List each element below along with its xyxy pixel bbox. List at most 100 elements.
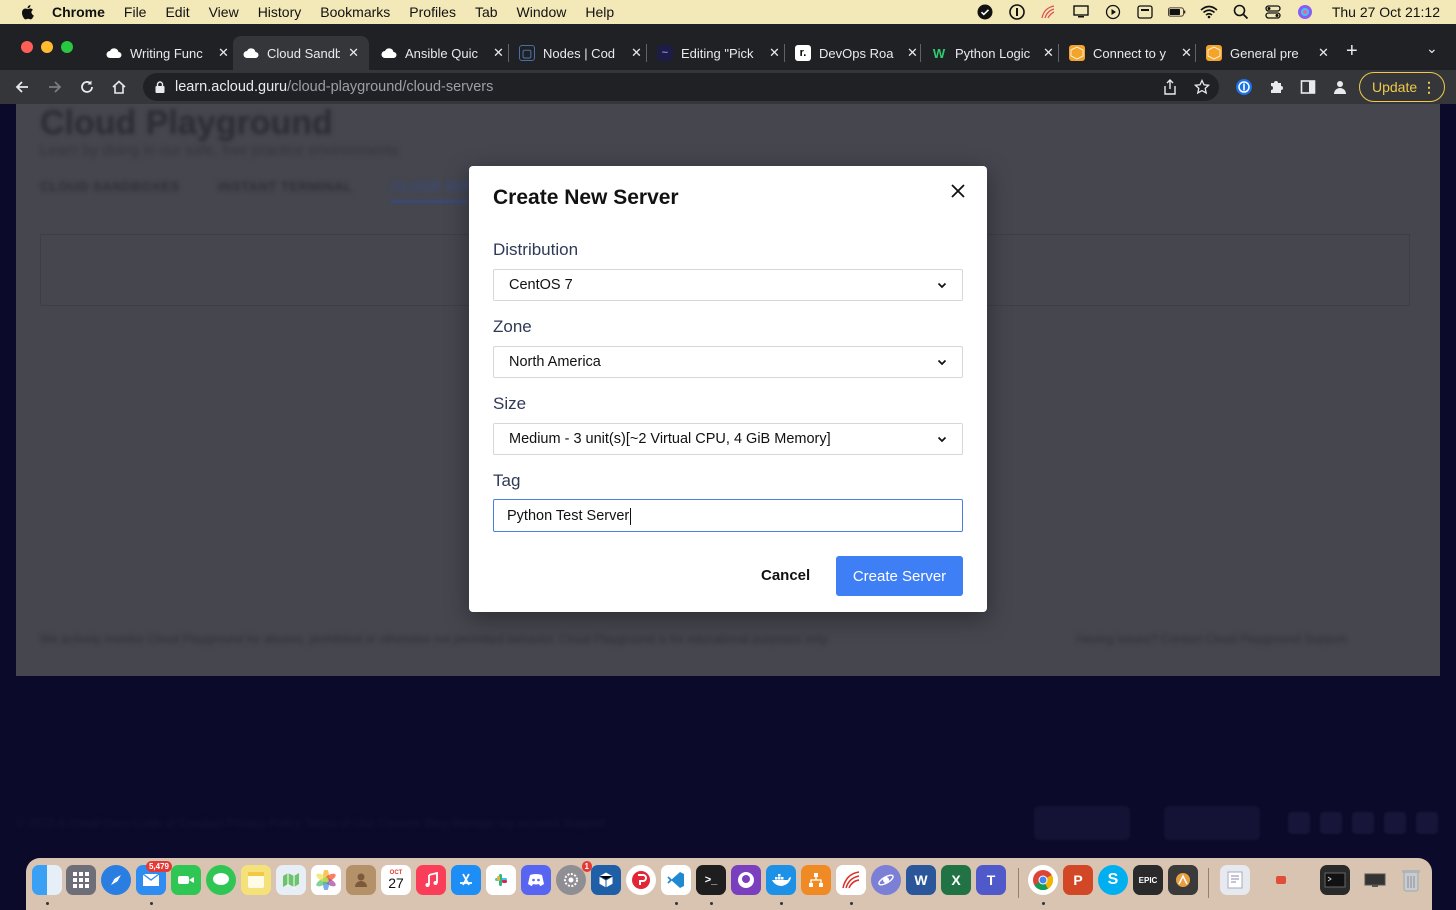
music-icon[interactable] [416, 865, 446, 895]
cancel-button[interactable]: Cancel [761, 567, 810, 584]
close-icon[interactable] [947, 180, 969, 202]
window-zoom-button[interactable] [61, 41, 73, 53]
chrome-icon[interactable] [1028, 865, 1058, 895]
launchpad-icon[interactable] [66, 865, 96, 895]
tab-python-logic[interactable]: W Python Logic ✕ [921, 36, 1064, 70]
menu-tab[interactable]: Tab [475, 4, 498, 20]
menu-window[interactable]: Window [517, 4, 567, 20]
game-app-icon[interactable] [1168, 865, 1198, 895]
more-vertical-icon[interactable]: ⋮ [1422, 79, 1436, 96]
google-play-badge-icon[interactable] [1034, 806, 1130, 840]
epic-games-icon[interactable]: EPIC [1133, 865, 1163, 895]
battery-icon[interactable] [1167, 4, 1186, 20]
teams-icon[interactable]: T [976, 865, 1006, 895]
tab-close-icon[interactable]: ✕ [907, 45, 918, 61]
contacts-icon[interactable] [346, 865, 376, 895]
checkmark-icon[interactable] [976, 4, 994, 20]
tab-cloud-sandboxes[interactable]: CLOUD SANDBOXES [40, 179, 180, 194]
size-select[interactable]: Medium - 3 unit(s)[~2 Virtual CPU, 4 GiB… [493, 423, 963, 455]
calendar-icon[interactable]: OCT 27 [381, 865, 411, 895]
tab-devops-roadmap[interactable]: r. DevOps Roa ✕ [785, 36, 928, 70]
vscode-icon[interactable] [661, 865, 691, 895]
create-server-button[interactable]: Create Server [836, 556, 963, 596]
forward-arrow-icon[interactable] [44, 76, 66, 98]
app-store-icon[interactable] [451, 865, 481, 895]
maps-icon[interactable] [276, 865, 306, 895]
search-icon[interactable] [1232, 4, 1250, 20]
notes-icon[interactable] [241, 865, 271, 895]
docker-icon[interactable] [766, 865, 796, 895]
window-close-button[interactable] [21, 41, 33, 53]
red-app-icon[interactable] [626, 865, 656, 895]
tab-cloud-sandbox[interactable]: Cloud Sandb ✕ [233, 36, 369, 70]
tab-close-icon[interactable]: ✕ [1181, 45, 1192, 61]
back-arrow-icon[interactable] [11, 76, 33, 98]
tag-input[interactable] [493, 499, 963, 532]
excel-icon[interactable]: X [941, 865, 971, 895]
twitter-icon[interactable] [1320, 812, 1342, 834]
instagram-icon[interactable] [1384, 812, 1406, 834]
wifi-icon[interactable] [1200, 4, 1218, 20]
siri-icon[interactable] [1296, 4, 1314, 20]
facetime-icon[interactable] [171, 865, 201, 895]
skype-icon[interactable]: S [1098, 865, 1128, 895]
profile-avatar-icon[interactable] [1329, 76, 1351, 98]
menu-view[interactable]: View [209, 4, 239, 20]
monitor-thumbnail-icon[interactable] [1360, 865, 1390, 895]
safari-icon[interactable] [101, 865, 131, 895]
tab-instant-terminal[interactable]: INSTANT TERMINAL [218, 179, 352, 194]
tab-close-icon[interactable]: ✕ [1043, 45, 1054, 61]
facebook-icon[interactable] [1352, 812, 1374, 834]
tab-writing-func[interactable]: Writing Func ✕ [96, 36, 239, 70]
social-icon[interactable] [1288, 812, 1310, 834]
tab-close-icon[interactable]: ✕ [631, 45, 642, 61]
control-center-icon[interactable] [1264, 4, 1282, 20]
app-store-badge-icon[interactable] [1164, 806, 1260, 840]
small-app-icon[interactable] [1266, 865, 1296, 895]
tab-close-icon[interactable]: ✕ [1318, 45, 1329, 61]
url-text[interactable]: learn.acloud.guru/cloud-playground/cloud… [175, 79, 493, 95]
menu-app-chrome[interactable]: Chrome [52, 4, 105, 20]
tab-close-icon[interactable]: ✕ [348, 45, 359, 61]
tab-close-icon[interactable]: ✕ [218, 45, 229, 61]
display-icon[interactable] [1072, 4, 1090, 20]
virtualbox-icon[interactable] [591, 865, 621, 895]
update-button[interactable]: Update ⋮ [1359, 72, 1445, 102]
address-bar[interactable]: learn.acloud.guru/cloud-playground/cloud… [143, 73, 1219, 101]
lock-icon[interactable] [155, 81, 165, 93]
share-icon[interactable] [1161, 78, 1179, 96]
menu-help[interactable]: Help [585, 4, 614, 20]
password-extension-icon[interactable] [1233, 76, 1255, 98]
trash-icon[interactable] [1396, 865, 1426, 895]
menu-file[interactable]: File [124, 4, 147, 20]
word-icon[interactable]: W [906, 865, 936, 895]
zone-select[interactable]: North America [493, 346, 963, 378]
play-icon[interactable] [1104, 4, 1122, 20]
powerpoint-icon[interactable]: P [1063, 865, 1093, 895]
password-manager-icon[interactable] [1008, 4, 1026, 20]
discord-icon[interactable] [521, 865, 551, 895]
menu-history[interactable]: History [258, 4, 302, 20]
orbit-app-icon[interactable] [871, 865, 901, 895]
extensions-puzzle-icon[interactable] [1265, 76, 1287, 98]
side-panel-icon[interactable] [1297, 76, 1319, 98]
tab-connect-to[interactable]: Connect to y ✕ [1059, 36, 1202, 70]
linkedin-icon[interactable] [1416, 812, 1438, 834]
tab-close-icon[interactable]: ✕ [493, 45, 504, 61]
reload-icon[interactable] [76, 76, 98, 98]
distribution-select[interactable]: CentOS 7 [493, 269, 963, 301]
mail-icon[interactable]: 5,479 [136, 861, 172, 895]
system-settings-icon[interactable]: 1 [556, 861, 592, 895]
tab-close-icon[interactable]: ✕ [769, 45, 780, 61]
terminal-icon[interactable]: >_ [696, 865, 726, 895]
menu-profiles[interactable]: Profiles [409, 4, 456, 20]
clock[interactable]: Thu 27 Oct 21:12 [1332, 4, 1440, 20]
github-desktop-icon[interactable] [731, 865, 761, 895]
waves-app-icon[interactable] [836, 865, 866, 895]
tab-search-chevron-icon[interactable]: ⌄ [1426, 40, 1438, 57]
tab-ansible-quick[interactable]: Ansible Quic ✕ [371, 36, 514, 70]
messages-icon[interactable] [206, 865, 236, 895]
clipboard-icon[interactable] [1136, 4, 1154, 20]
signal-waves-icon[interactable] [1040, 4, 1058, 20]
home-icon[interactable] [108, 76, 130, 98]
